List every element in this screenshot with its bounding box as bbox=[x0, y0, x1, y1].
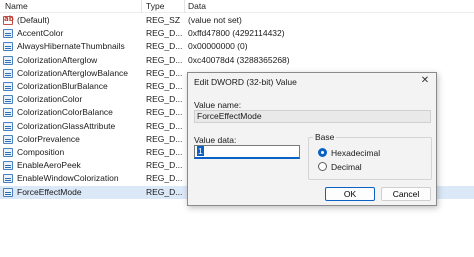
value-data-label: Value data: bbox=[194, 135, 237, 145]
binary-value-icon bbox=[3, 68, 13, 78]
row-name: ColorPrevalence bbox=[17, 133, 80, 144]
string-value-icon: ab bbox=[3, 15, 14, 25]
ok-button[interactable]: OK bbox=[325, 187, 375, 201]
table-row[interactable]: AlwaysHibernateThumbnails REG_D... 0x00000… bbox=[0, 40, 474, 53]
value-name-label: Value name: bbox=[194, 100, 242, 110]
row-type: REG_D... bbox=[146, 67, 183, 78]
column-divider[interactable] bbox=[141, 0, 142, 13]
row-name: ColorizationColorBalance bbox=[17, 107, 113, 118]
close-icon[interactable]: ✕ bbox=[418, 74, 432, 87]
row-data: 0xc40078d4 (3288365268) bbox=[188, 54, 290, 65]
row-data: 0x00000000 (0) bbox=[188, 41, 248, 52]
edit-dword-dialog: Edit DWORD (32-bit) Value ✕ Value name: … bbox=[187, 72, 437, 206]
row-type: REG_D... bbox=[146, 160, 183, 171]
decimal-label[interactable]: Decimal bbox=[331, 162, 362, 172]
row-name: ColorizationAfterglow bbox=[17, 54, 98, 65]
hexadecimal-radio[interactable] bbox=[318, 148, 327, 157]
column-header-name[interactable]: Name bbox=[5, 1, 28, 11]
value-name-field: ForceEffectMode bbox=[194, 110, 431, 123]
row-name: ColorizationAfterglowBalance bbox=[17, 67, 129, 78]
binary-value-icon bbox=[3, 29, 13, 39]
binary-value-icon bbox=[3, 161, 13, 171]
row-data: 0xffd47800 (4292114432) bbox=[188, 28, 285, 39]
row-type: REG_D... bbox=[146, 120, 183, 131]
row-name: ColorizationColor bbox=[17, 94, 83, 105]
table-row[interactable]: AccentColor REG_D... 0xffd47800 (429211443… bbox=[0, 27, 474, 40]
cancel-button[interactable]: Cancel bbox=[381, 187, 431, 201]
binary-value-icon bbox=[3, 108, 13, 118]
binary-value-icon bbox=[3, 187, 13, 197]
column-divider[interactable] bbox=[184, 0, 185, 13]
row-type: REG_SZ bbox=[146, 15, 181, 25]
row-name: ColorizationGlassAttribute bbox=[17, 120, 116, 131]
binary-value-icon bbox=[3, 148, 13, 157]
row-type: REG_D... bbox=[146, 147, 183, 157]
base-label: Base bbox=[313, 132, 337, 142]
value-data-input[interactable]: 1 bbox=[194, 145, 300, 159]
binary-value-icon bbox=[3, 42, 13, 52]
row-type: REG_D... bbox=[146, 133, 183, 144]
binary-value-icon bbox=[3, 121, 13, 131]
table-row[interactable]: ab (Default) REG_SZ (value not set) bbox=[0, 14, 474, 27]
table-row[interactable]: ColorizationAfterglow REG_D... 0xc40078d4 … bbox=[0, 54, 474, 67]
dialog-title: Edit DWORD (32-bit) Value bbox=[194, 77, 297, 87]
row-type: REG_D... bbox=[146, 94, 183, 105]
binary-value-icon bbox=[3, 95, 13, 105]
column-header-data[interactable]: Data bbox=[188, 1, 206, 11]
decimal-radio[interactable] bbox=[318, 162, 327, 171]
value-data-text: 1 bbox=[197, 146, 204, 156]
row-type: REG_D... bbox=[146, 173, 183, 184]
row-name: (Default) bbox=[17, 15, 50, 25]
row-type: REG_D... bbox=[146, 54, 183, 65]
hexadecimal-label[interactable]: Hexadecimal bbox=[331, 148, 380, 158]
binary-value-icon bbox=[3, 174, 13, 184]
binary-value-icon bbox=[3, 82, 13, 91]
binary-value-icon bbox=[3, 55, 13, 65]
row-data: (value not set) bbox=[188, 15, 242, 25]
row-name: ColorizationBlurBalance bbox=[17, 81, 108, 91]
base-group bbox=[308, 137, 432, 180]
row-type: REG_D... bbox=[146, 107, 183, 118]
row-name: EnableWindowColorization bbox=[17, 173, 119, 184]
row-name: AccentColor bbox=[17, 28, 64, 39]
row-name: Composition bbox=[17, 147, 65, 157]
row-name: EnableAeroPeek bbox=[17, 160, 81, 171]
binary-value-icon bbox=[3, 134, 13, 144]
row-type: REG_D... bbox=[146, 41, 183, 52]
row-name: ForceEffectMode bbox=[17, 186, 82, 197]
row-type: REG_D... bbox=[146, 28, 183, 39]
column-header-type[interactable]: Type bbox=[146, 1, 164, 11]
list-header: Name Type Data bbox=[0, 0, 474, 13]
row-type: REG_D... bbox=[146, 186, 183, 197]
row-name: AlwaysHibernateThumbnails bbox=[17, 41, 125, 52]
row-type: REG_D... bbox=[146, 81, 183, 91]
